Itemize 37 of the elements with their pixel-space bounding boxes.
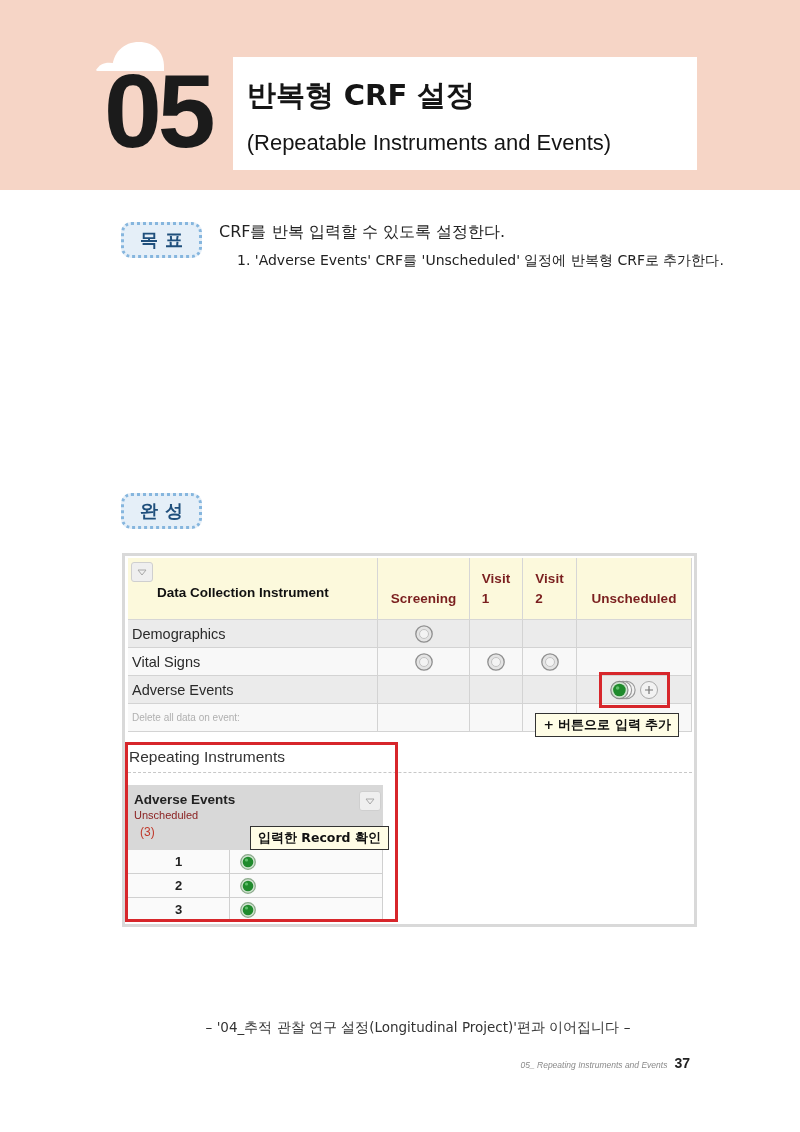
column-header: Data Collection Instrument	[157, 585, 329, 601]
column-header: Unscheduled	[591, 590, 677, 608]
cap-icon	[95, 41, 165, 71]
goal-badge: 목 표	[121, 222, 202, 258]
filled-circle-icon[interactable]	[240, 853, 256, 870]
completion-badge: 완 성	[121, 493, 202, 529]
empty-circle-icon[interactable]	[414, 652, 433, 671]
empty-circle-icon[interactable]	[540, 652, 559, 671]
section-heading: Repeating Instruments	[129, 748, 285, 766]
caret-down-icon	[137, 568, 147, 576]
stacked-circles-icon[interactable]	[609, 679, 636, 700]
goal-step: 1. 'Adverse Events' CRF를 'Unscheduled' 일정에 반복형 CRF로 추가한다.	[237, 250, 724, 270]
instance-number: 3	[128, 898, 230, 922]
footer-section-title: 05_ Repeating Instruments and Events	[520, 1060, 668, 1070]
delete-data-label: Delete all data on event:	[128, 704, 378, 732]
column-header: Visit 1	[481, 570, 511, 608]
event-name: Unscheduled	[134, 808, 199, 822]
instance-count: (3)	[140, 824, 155, 840]
filled-circle-icon[interactable]	[240, 877, 256, 894]
column-header: Visit 2	[535, 570, 564, 608]
add-instance-button[interactable]	[639, 680, 658, 699]
page-number: 37	[674, 1055, 690, 1071]
chapter-title: 반복형 CRF 설정	[246, 76, 476, 114]
chapter-subtitle: (Repeatable Instruments and Events)	[246, 128, 612, 157]
continuation-note: – '04_추적 관찰 연구 설정(Longitudinal Project)'편과 이어집니다 –	[204, 1018, 632, 1037]
callout-label: 입력한 Record 확인	[250, 826, 389, 850]
empty-circle-icon[interactable]	[487, 652, 505, 671]
chapter-number: 05	[104, 71, 212, 152]
callout-label: + 버튼으로 입력 추가	[535, 713, 679, 737]
filled-circle-icon[interactable]	[240, 901, 256, 918]
plus-icon	[644, 685, 653, 694]
goal-text: CRF를 반복 입력할 수 있도록 설정한다.	[219, 222, 505, 242]
column-header: Screening	[390, 590, 457, 608]
instrument-title: Adverse Events	[134, 791, 236, 808]
empty-circle-icon[interactable]	[414, 624, 433, 643]
caret-down-icon	[365, 797, 375, 805]
table-cell	[470, 704, 523, 732]
